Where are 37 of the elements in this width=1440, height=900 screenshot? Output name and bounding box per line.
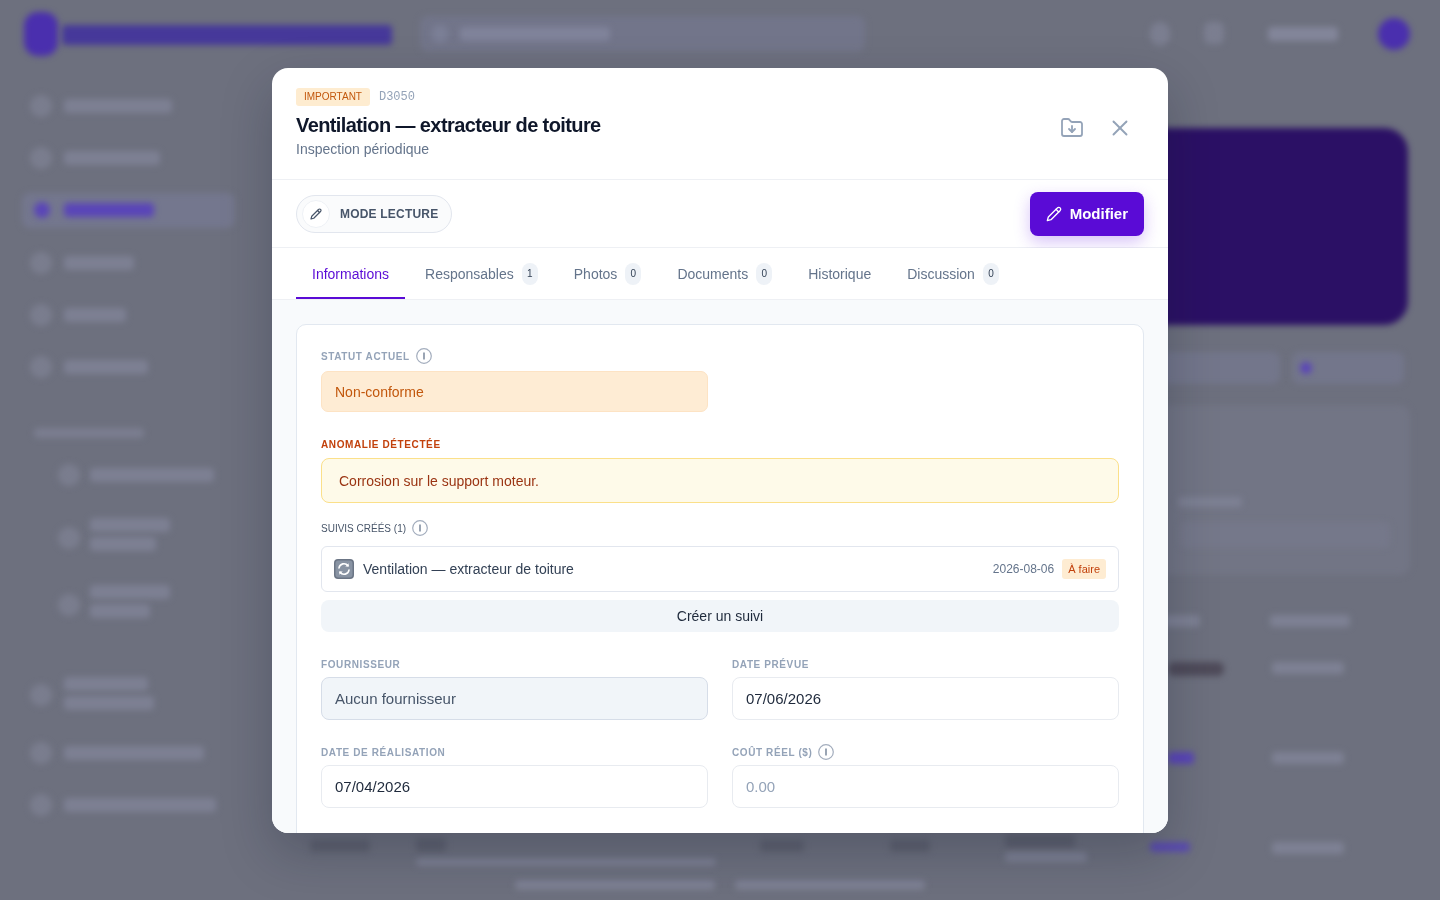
tab[interactable]: Responsables 1 xyxy=(409,248,554,299)
folder-download-icon[interactable] xyxy=(1061,118,1083,137)
tab[interactable]: Documents 0 xyxy=(661,248,789,299)
anomaly-message: Corrosion sur le support moteur. xyxy=(321,458,1119,503)
input-field[interactable]: 0.00 xyxy=(732,765,1119,808)
count-badge: 1 xyxy=(521,262,538,285)
count-badge: 0 xyxy=(756,262,773,285)
pencil-icon xyxy=(1045,205,1062,222)
field-label: DATE DE RÉALISATION xyxy=(321,746,446,758)
modal-title: Ventilation — extracteur de toiture xyxy=(296,113,601,138)
read-mode-button[interactable]: MODE LECTURE xyxy=(296,194,453,233)
follow-up-item[interactable]: Ventilation — extracteur de toiture 2026-08-06 À faire xyxy=(321,546,1119,592)
edit-button[interactable]: Modifier xyxy=(1029,191,1144,236)
field-label: STATUT ACTUEL xyxy=(321,350,410,362)
priority-badge: IMPORTANT xyxy=(296,88,370,106)
tab[interactable]: Historique xyxy=(792,248,888,299)
create-follow-up-button[interactable]: Créer un suivi xyxy=(321,600,1119,632)
section-label: SUIVIS CRÉÉS (1) xyxy=(321,522,407,534)
follow-up-title: Ventilation — extracteur de toiture xyxy=(363,561,575,577)
input-field[interactable]: 07/06/2026 xyxy=(732,677,1119,720)
tab[interactable]: Discussion 0 xyxy=(891,248,1015,299)
field-label: COÛT RÉEL ($) xyxy=(732,746,813,758)
refresh-icon xyxy=(334,559,354,579)
status-badge: À faire xyxy=(1062,559,1106,579)
item-code: D3050 xyxy=(378,90,415,104)
section-label: ANOMALIE DÉTECTÉE xyxy=(321,438,441,450)
count-badge: 0 xyxy=(982,262,999,285)
tab[interactable]: Photos 0 xyxy=(557,248,658,299)
close-icon[interactable] xyxy=(1112,119,1128,136)
follow-up-date: 2026-08-06 xyxy=(992,562,1055,576)
input-field[interactable]: 07/04/2026 xyxy=(321,765,708,808)
modal-subtitle: Inspection périodique xyxy=(296,140,430,159)
count-badge: 0 xyxy=(625,262,642,285)
status-indicator: Non-conforme xyxy=(321,371,708,412)
field-label: FOURNISSEUR xyxy=(321,658,401,670)
field-label: DATE PRÉVUE xyxy=(732,658,809,670)
pencil-icon xyxy=(302,199,330,228)
